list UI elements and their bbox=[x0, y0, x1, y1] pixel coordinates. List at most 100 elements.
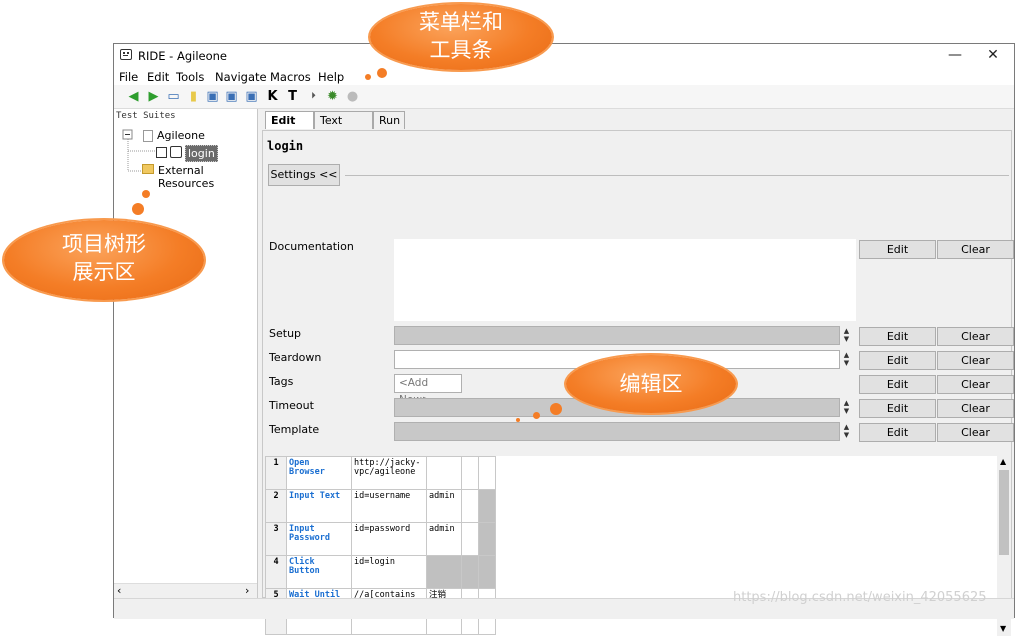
close-button[interactable]: ✕ bbox=[980, 46, 1006, 64]
documentation-clear-button[interactable]: Clear bbox=[937, 240, 1014, 259]
tab-run[interactable]: Run bbox=[373, 111, 405, 129]
menu-file[interactable]: File bbox=[119, 70, 138, 84]
empty-cell[interactable] bbox=[478, 489, 496, 523]
play-icon[interactable]: ⏵ bbox=[306, 89, 321, 104]
empty-cell[interactable] bbox=[461, 522, 479, 556]
callout-dot bbox=[550, 403, 562, 415]
test-checkbox[interactable] bbox=[156, 147, 167, 158]
tree-node-external-resources[interactable]: External Resources bbox=[158, 164, 257, 190]
ride-window: RIDE - Agileone — ✕ File Edit Tools Navi… bbox=[113, 43, 1015, 636]
tree-horizontal-scrollbar[interactable]: ‹ › bbox=[114, 583, 257, 599]
tags-clear-button[interactable]: Clear bbox=[937, 375, 1014, 394]
toolbar: ◀ ▶ ▭ ▮ ▣ ▣ ▣ K T ⏵ ✹ ● bbox=[114, 85, 1014, 109]
template-edit-button[interactable]: Edit bbox=[859, 423, 936, 442]
scroll-thumb[interactable] bbox=[999, 470, 1009, 555]
empty-cell[interactable] bbox=[478, 456, 496, 490]
empty-cell[interactable] bbox=[478, 522, 496, 556]
timeout-edit-button[interactable]: Edit bbox=[859, 399, 936, 418]
menubar-callout: 菜单栏和 工具条 bbox=[370, 4, 552, 70]
settings-toggle-button[interactable]: Settings << bbox=[268, 164, 340, 186]
argument-cell[interactable]: id=password bbox=[351, 522, 427, 556]
suite-file-icon bbox=[143, 130, 153, 142]
row-number[interactable]: 2 bbox=[265, 489, 287, 523]
row-number[interactable]: 4 bbox=[265, 555, 287, 589]
menu-edit[interactable]: Edit bbox=[147, 70, 169, 84]
open-folder-icon[interactable]: ▭ bbox=[166, 89, 181, 104]
timeout-spin-icon[interactable]: ▲ ▼ bbox=[841, 399, 852, 416]
tree-header: Test Suites bbox=[116, 111, 176, 121]
argument-cell[interactable]: admin bbox=[426, 489, 462, 523]
empty-cell[interactable] bbox=[478, 555, 496, 589]
menu-macros[interactable]: Macros bbox=[270, 70, 311, 84]
title-bar[interactable]: RIDE - Agileone — ✕ bbox=[114, 44, 1014, 68]
window-title: RIDE - Agileone bbox=[138, 49, 227, 63]
empty-cell[interactable] bbox=[461, 555, 479, 589]
documentation-field[interactable] bbox=[394, 239, 856, 321]
maximize-button[interactable] bbox=[944, 46, 970, 64]
callout-dot bbox=[516, 418, 520, 422]
scroll-right-icon[interactable]: › bbox=[245, 584, 249, 597]
menu-navigate[interactable]: Navigate bbox=[215, 70, 267, 84]
teardown-clear-button[interactable]: Clear bbox=[937, 351, 1014, 370]
callout-dot bbox=[377, 68, 387, 78]
setup-clear-button[interactable]: Clear bbox=[937, 327, 1014, 346]
stop-icon[interactable]: ● bbox=[345, 89, 360, 104]
documentation-edit-button[interactable]: Edit bbox=[859, 240, 936, 259]
callout-dot bbox=[365, 74, 371, 80]
documentation-label: Documentation bbox=[269, 240, 354, 253]
callout-dot bbox=[142, 190, 150, 198]
tab-text-edit[interactable]: Text Edit bbox=[314, 111, 373, 144]
row-number[interactable]: 1 bbox=[265, 456, 287, 490]
tree-node-login[interactable]: login bbox=[185, 145, 218, 162]
tab-edit-label: Edit bbox=[271, 114, 296, 127]
save-all-icon[interactable]: ▣ bbox=[224, 89, 239, 104]
editor-tabs: Edit × Text Edit Run bbox=[262, 109, 1012, 144]
argument-cell[interactable] bbox=[426, 555, 462, 589]
teardown-spin-icon[interactable]: ▲ ▼ bbox=[841, 351, 852, 368]
test-case-icon[interactable]: T bbox=[285, 89, 300, 104]
menu-tools[interactable]: Tools bbox=[176, 70, 204, 84]
timeout-label: Timeout bbox=[269, 399, 314, 412]
forward-arrow-icon[interactable]: ▶ bbox=[146, 89, 161, 104]
save-icon[interactable]: ▣ bbox=[205, 89, 220, 104]
keyword-search-icon[interactable]: K bbox=[265, 89, 280, 104]
setup-label: Setup bbox=[269, 327, 302, 340]
watermark-text: https://blog.csdn.net/weixin_42055625 bbox=[733, 590, 987, 605]
tags-edit-button[interactable]: Edit bbox=[859, 375, 936, 394]
setup-field[interactable] bbox=[394, 326, 840, 345]
argument-cell[interactable]: admin bbox=[426, 522, 462, 556]
table-row: 3 Input Password id=password admin bbox=[265, 522, 496, 556]
row-number[interactable]: 3 bbox=[265, 522, 287, 556]
scroll-left-icon[interactable]: ‹ bbox=[117, 584, 121, 597]
argument-cell[interactable]: http://jacky-vpc/agileone bbox=[351, 456, 427, 490]
setup-edit-button[interactable]: Edit bbox=[859, 327, 936, 346]
argument-cell[interactable]: id=username bbox=[351, 489, 427, 523]
scroll-up-icon[interactable]: ▲ bbox=[1000, 457, 1006, 466]
template-field[interactable] bbox=[394, 422, 840, 441]
keyword-cell[interactable]: Open Browser bbox=[286, 456, 352, 490]
tags-add-new-input[interactable]: <Add New> bbox=[394, 374, 462, 406]
back-arrow-icon[interactable]: ◀ bbox=[126, 89, 141, 104]
setup-spin-icon[interactable]: ▲ ▼ bbox=[841, 327, 852, 344]
scroll-down-icon[interactable]: ▼ bbox=[1000, 624, 1006, 633]
settings-gear-icon[interactable]: ✹ bbox=[325, 89, 340, 104]
keyword-cell[interactable]: Input Text bbox=[286, 489, 352, 523]
template-spin-icon[interactable]: ▲ ▼ bbox=[841, 423, 852, 440]
argument-cell[interactable]: id=login bbox=[351, 555, 427, 589]
keyword-cell[interactable]: Input Password bbox=[286, 522, 352, 556]
template-label: Template bbox=[269, 423, 320, 436]
argument-cell[interactable] bbox=[426, 456, 462, 490]
empty-cell[interactable] bbox=[461, 456, 479, 490]
keyword-cell[interactable]: Click Button bbox=[286, 555, 352, 589]
new-file-icon[interactable]: ▮ bbox=[186, 89, 201, 104]
template-clear-button[interactable]: Clear bbox=[937, 423, 1014, 442]
empty-cell[interactable] bbox=[461, 489, 479, 523]
menu-help[interactable]: Help bbox=[318, 70, 344, 84]
timeout-clear-button[interactable]: Clear bbox=[937, 399, 1014, 418]
tab-edit[interactable]: Edit × bbox=[265, 111, 314, 144]
folder-icon bbox=[142, 164, 154, 174]
tree-node-agileone[interactable]: Agileone bbox=[157, 129, 205, 142]
save-copy-icon[interactable]: ▣ bbox=[244, 89, 259, 104]
teardown-edit-button[interactable]: Edit bbox=[859, 351, 936, 370]
ride-app-icon bbox=[120, 49, 132, 60]
